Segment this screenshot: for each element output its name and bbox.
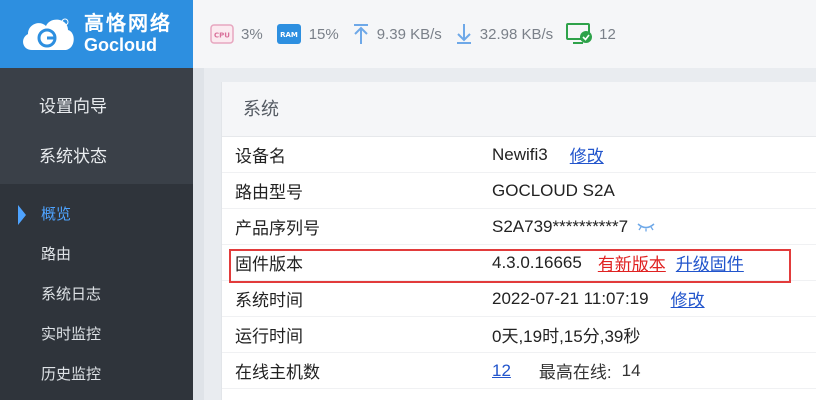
peak-online-value: 14 — [621, 360, 641, 380]
cloud-logo-icon — [23, 18, 74, 50]
cpu-stat: CPU 3% — [209, 23, 263, 45]
brand-name-en: Gocloud — [84, 35, 157, 55]
info-row-system-time: 系统时间 2022-07-21 11:07:19 修改 — [222, 281, 816, 317]
sidebar-submenu: 概览 路由 系统日志 实时监控 历史监控 — [0, 184, 193, 400]
row-label: 在线主机数 — [235, 363, 320, 382]
brand-logo[interactable]: 高恪网络 Gocloud — [0, 0, 193, 68]
monitor-check-icon — [566, 23, 593, 44]
ram-value: 15% — [308, 25, 339, 43]
download-stat: 32.98 KB/s — [454, 23, 553, 45]
upload-speed: 9.39 KB/s — [376, 25, 442, 43]
info-row-router-model: 路由型号 GOCLOUD S2A — [222, 173, 816, 209]
sidebar-item-realtime-monitor[interactable]: 实时监控 — [0, 319, 193, 359]
sidebar-item-setup-wizard[interactable]: 设置向导 — [0, 86, 193, 128]
edit-system-time-link[interactable]: 修改 — [671, 286, 705, 311]
info-row-serial-number: 产品序列号 S2A739**********7 — [222, 209, 816, 245]
download-arrow-icon — [456, 24, 471, 44]
system-time-value: 2022-07-21 11:07:19 — [492, 288, 649, 308]
row-label: 产品序列号 — [235, 219, 320, 238]
sidebar-item-system-status[interactable]: 系统状态 — [0, 136, 193, 178]
ram-icon: RAM — [276, 24, 301, 44]
sidebar-item-system-log[interactable]: 系统日志 — [0, 279, 193, 319]
ram-stat: RAM 15% — [275, 22, 339, 46]
svg-text:RAM: RAM — [280, 31, 298, 39]
peak-online-label: 最高在线: — [538, 363, 612, 382]
router-model-value: GOCLOUD S2A — [492, 180, 615, 200]
eye-closed-icon[interactable] — [636, 221, 656, 233]
panel-title: 系统 — [222, 82, 816, 137]
status-bar: CPU 3% RAM 15% 9.39 KB/s 32.98 KB/s 12 — [193, 0, 816, 68]
upload-arrow-icon — [353, 24, 368, 44]
info-row-online-hosts: 在线主机数 12 最高在线: 14 — [222, 353, 816, 389]
row-label: 设备名 — [235, 147, 286, 166]
sidebar-divider — [193, 68, 204, 400]
row-label: 系统时间 — [235, 291, 303, 310]
system-panel: 系统 设备名 Newifi3 修改 路由型号 GOCLOUD S2A 产品序列号… — [221, 82, 816, 400]
row-label: 运行时间 — [235, 327, 303, 346]
sidebar-item-overview[interactable]: 概览 — [0, 199, 193, 239]
sidebar-item-history-monitor[interactable]: 历史监控 — [0, 359, 193, 399]
edit-device-name-link[interactable]: 修改 — [570, 142, 604, 167]
firmware-highlight-box — [229, 249, 791, 283]
device-name-value: Newifi3 — [492, 144, 548, 164]
upload-stat: 9.39 KB/s — [351, 23, 442, 45]
info-row-device-name: 设备名 Newifi3 修改 — [222, 137, 816, 173]
sidebar-item-routing[interactable]: 路由 — [0, 239, 193, 279]
download-speed: 32.98 KB/s — [479, 25, 554, 43]
info-row-uptime: 运行时间 0天,19时,15分,39秒 — [222, 317, 816, 353]
online-hosts-link[interactable]: 12 — [492, 361, 511, 381]
online-hosts-count: 12 — [599, 25, 616, 43]
sidebar: 设置向导 系统状态 概览 路由 系统日志 实时监控 历史监控 — [0, 68, 193, 400]
cpu-icon: CPU — [210, 24, 234, 44]
serial-number-value: S2A739**********7 — [492, 216, 629, 236]
online-hosts-stat: 12 — [565, 22, 616, 46]
uptime-value: 0天,19时,15分,39秒 — [492, 327, 641, 346]
brand-name-cn: 高恪网络 — [84, 13, 172, 35]
row-label: 路由型号 — [235, 183, 303, 202]
svg-text:CPU: CPU — [214, 32, 230, 40]
cpu-value: 3% — [241, 25, 263, 43]
